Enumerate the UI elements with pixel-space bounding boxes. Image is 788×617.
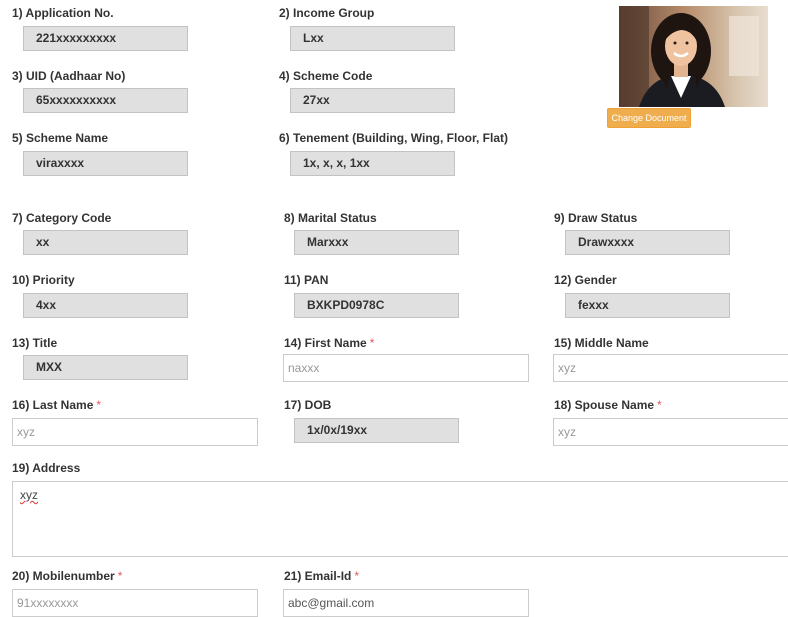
spouse-name-label: 18) Spouse Name * [554,398,662,412]
required-marker: * [657,398,662,412]
change-document-button[interactable]: Change Document [607,108,691,128]
priority-label: 10) Priority [12,273,75,287]
application-no-field: 221xxxxxxxxx [23,26,188,51]
marital-status-field: Marxxx [294,230,459,255]
applicant-photo [619,6,768,107]
draw-status-label: 9) Draw Status [554,211,638,225]
scheme-name-field: viraxxxx [23,151,188,176]
address-label: 19) Address [12,461,81,475]
email-label-text: 21) Email-Id [284,569,352,583]
tenement-label: 6) Tenement (Building, Wing, Floor, Flat… [279,131,508,145]
last-name-label: 16) Last Name * [12,398,101,412]
title-label: 13) Title [12,336,58,350]
first-name-label-text: 14) First Name [284,336,367,350]
category-code-label: 7) Category Code [12,211,112,225]
mobile-label: 20) Mobilenumber * [12,569,122,583]
spouse-name-label-text: 18) Spouse Name [554,398,655,412]
income-group-label: 2) Income Group [279,6,375,20]
dob-label: 17) DOB [284,398,332,412]
required-marker: * [354,569,360,583]
gender-label: 12) Gender [554,273,617,287]
mobile-label-text: 20) Mobilenumber [12,569,115,583]
first-name-label: 14) First Name * [284,336,374,350]
required-marker: * [117,569,123,583]
uid-label: 3) UID (Aadhaar No) [12,69,126,83]
last-name-label-text: 16) Last Name [12,398,94,412]
address-textarea[interactable]: xyz [12,481,788,557]
application-no-label: 1) Application No. [12,6,114,20]
dob-field: 1x/0x/19xx [294,418,459,443]
gender-field: fexxx [565,293,730,318]
address-text: xyz [20,488,38,502]
email-input[interactable]: abc@gmail.com [283,589,529,617]
scheme-code-field: 27xx [290,88,455,113]
pan-label: 11) PAN [284,273,329,287]
mobile-input[interactable]: 91xxxxxxxx [12,589,258,617]
income-group-field: Lxx [290,26,455,51]
draw-status-field: Drawxxxx [565,230,730,255]
required-marker: * [96,398,102,412]
spouse-name-input[interactable]: xyz [553,418,788,446]
first-name-input[interactable]: naxxx [283,354,529,382]
pan-field: BXKPD0978C [294,293,459,318]
uid-field: 65xxxxxxxxxx [23,88,188,113]
email-label: 21) Email-Id * [284,569,359,583]
category-code-field: xx [23,230,188,255]
tenement-field: 1x, x, x, 1xx [290,151,455,176]
priority-field: 4xx [23,293,188,318]
middle-name-label: 15) Middle Name [554,336,649,350]
scheme-name-label: 5) Scheme Name [12,131,109,145]
last-name-input[interactable]: xyz [12,418,258,446]
required-marker: * [369,336,375,350]
applicant-photo-image [619,6,768,107]
marital-status-label: 8) Marital Status [284,211,377,225]
application-form: 1) Application No. 221xxxxxxxxx 2) Incom… [0,0,788,617]
middle-name-input[interactable]: xyz [553,354,788,382]
scheme-code-label: 4) Scheme Code [279,69,373,83]
title-field: MXX [23,355,188,380]
